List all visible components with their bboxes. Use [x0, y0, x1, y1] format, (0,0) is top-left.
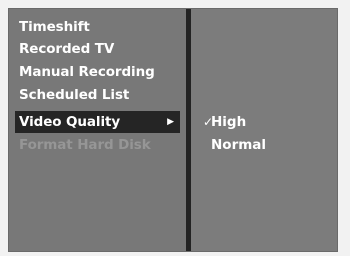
menu-item-scheduled-list[interactable]: Scheduled List: [15, 84, 180, 106]
submenu-item-label: High: [211, 114, 247, 130]
submenu-item-label: Normal: [211, 137, 267, 153]
menu-item-format-hard-disk: Format Hard Disk: [15, 134, 180, 156]
menu-item-label: Manual Recording: [19, 64, 155, 80]
menu-item-label: Format Hard Disk: [19, 137, 151, 153]
main-menu: Timeshift Recorded TV Manual Recording S…: [9, 9, 186, 251]
menu-item-timeshift[interactable]: Timeshift: [15, 16, 180, 38]
menu-item-label: Recorded TV: [19, 41, 115, 57]
menu-item-label: Timeshift: [19, 19, 90, 35]
tv-screen: Timeshift Recorded TV Manual Recording S…: [0, 0, 350, 256]
submenu-item-high[interactable]: High: [211, 111, 246, 133]
submenu-arrow-icon: ▶: [167, 117, 174, 127]
submenu-item-normal[interactable]: Normal: [211, 134, 266, 156]
video-quality-submenu: ✓ High Normal: [191, 9, 337, 251]
recorder-menu-panel: Timeshift Recorded TV Manual Recording S…: [8, 8, 338, 252]
menu-item-label: Video Quality: [19, 114, 121, 130]
menu-item-label: Scheduled List: [19, 87, 130, 103]
menu-item-video-quality[interactable]: Video Quality ▶: [15, 111, 180, 133]
menu-item-manual-recording[interactable]: Manual Recording: [15, 61, 180, 83]
menu-item-recorded-tv[interactable]: Recorded TV: [15, 38, 180, 60]
